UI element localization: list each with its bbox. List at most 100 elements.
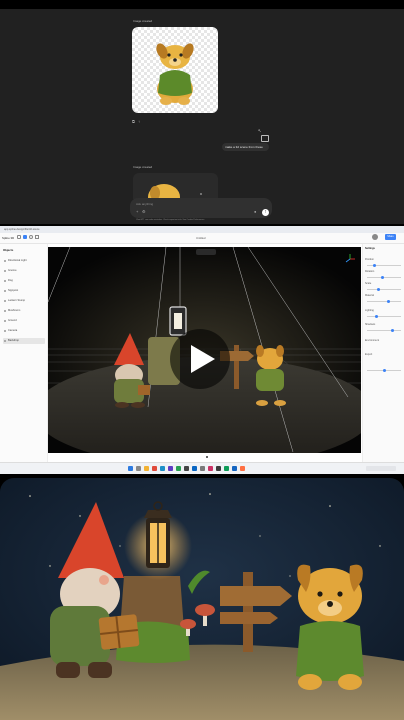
mic-icon[interactable]: ●: [254, 210, 256, 214]
app-icon[interactable]: [224, 466, 229, 471]
material-slider[interactable]: [367, 300, 401, 303]
tools-icon[interactable]: ⚙: [142, 210, 146, 214]
object-item-gnome[interactable]: Gnome: [3, 268, 45, 274]
image-created-label-2: Image created: [133, 165, 153, 169]
file-explorer-icon[interactable]: [144, 466, 149, 471]
slider-handle[interactable]: [381, 276, 384, 279]
app-icon[interactable]: [168, 466, 173, 471]
object-icon: [4, 300, 6, 302]
object-item-ground[interactable]: Ground: [3, 318, 45, 324]
scale-tool-icon[interactable]: [35, 235, 39, 239]
object-item-directional-light[interactable]: Directional Light: [3, 258, 45, 264]
lighting-slider[interactable]: [367, 315, 401, 318]
copy-icon[interactable]: ⧉: [132, 120, 135, 124]
objects-panel-title: Objects: [3, 248, 14, 252]
row-lighting: Lighting: [365, 309, 374, 312]
rotation-slider[interactable]: [367, 276, 401, 279]
user-message-bubble: make a 3d scene from these: [222, 143, 269, 151]
dog-head-partial: [148, 184, 202, 199]
object-item-lantern-stump[interactable]: Lantern Stump: [3, 298, 45, 304]
slider-handle[interactable]: [391, 329, 394, 332]
composer-input[interactable]: Ask anything: [136, 203, 153, 206]
export-slider[interactable]: [367, 369, 401, 372]
slider-handle[interactable]: [375, 315, 378, 318]
app-icon[interactable]: [192, 466, 197, 471]
app-name: Spline 3D: [2, 236, 15, 240]
page-dot[interactable]: [206, 456, 208, 458]
chrome-icon[interactable]: [152, 466, 157, 471]
generated-image-dog[interactable]: [132, 27, 218, 113]
settings-panel: Settings Position Rotation Scale Materia…: [362, 244, 404, 464]
plus-icon[interactable]: +: [136, 210, 138, 214]
app-icon[interactable]: [240, 466, 245, 471]
object-icon: [4, 270, 6, 272]
app-icon[interactable]: [208, 466, 213, 471]
light-icon: [4, 260, 6, 262]
url-text[interactable]: app.spline.design/file/3d-scene: [4, 228, 40, 231]
app-icon[interactable]: [176, 466, 181, 471]
slider-handle[interactable]: [377, 288, 380, 291]
app-icon[interactable]: [232, 466, 237, 471]
attached-image-icon[interactable]: [261, 135, 269, 142]
object-icon: [4, 310, 6, 312]
object-icon: [4, 320, 6, 322]
avatar[interactable]: [372, 234, 378, 240]
camera-icon: [4, 330, 6, 332]
gnome-dog-scene: [0, 478, 404, 720]
shadows-slider[interactable]: [367, 329, 401, 332]
slider-handle[interactable]: [383, 369, 386, 372]
edge-icon[interactable]: [160, 466, 165, 471]
cursor-icon: ↖: [258, 128, 262, 133]
app-icon[interactable]: [200, 466, 205, 471]
play-button[interactable]: [170, 329, 230, 389]
viewport-label-pill: [196, 249, 216, 255]
image-created-label: Image created: [133, 19, 153, 23]
select-tool-icon[interactable]: [17, 235, 21, 239]
search-icon[interactable]: [136, 466, 141, 471]
row-export: Export: [365, 353, 373, 356]
objects-panel: Objects Directional Light Gnome Dog Sign…: [0, 244, 48, 464]
object-item-signpost[interactable]: Signpost: [3, 288, 45, 294]
row-shadows: Shadows: [365, 323, 376, 326]
row-position: Position: [365, 258, 374, 261]
slider-handle[interactable]: [373, 264, 376, 267]
disclaimer: ChatGPT can make mistakes. Check importa…: [136, 219, 205, 221]
scale-slider[interactable]: [367, 288, 401, 291]
3d-viewport[interactable]: [48, 247, 361, 453]
top-bar: [0, 0, 404, 9]
share-button[interactable]: Share: [385, 234, 396, 240]
row-material: Material: [365, 294, 374, 297]
object-icon: [4, 340, 6, 342]
move-tool-icon[interactable]: [23, 235, 27, 239]
dog-illustration: [156, 43, 194, 105]
position-slider[interactable]: [367, 264, 401, 267]
editor-toolbar: Spline 3D Untitled Share: [0, 233, 404, 244]
object-item-backdrop[interactable]: Backdrop: [3, 338, 45, 344]
generating-image-preview: [133, 173, 218, 199]
app-icon[interactable]: [184, 466, 189, 471]
3d-editor-window: app.spline.design/file/3d-scene Spline 3…: [0, 226, 404, 474]
row-scale: Scale: [365, 282, 372, 285]
object-item-camera[interactable]: Camera: [3, 328, 45, 334]
chat-panel: Image created ⧉ ↑ ↖ make a 3d scene from…: [0, 0, 404, 224]
windows-taskbar: [0, 462, 404, 474]
browser-address-bar: app.spline.design/file/3d-scene: [0, 226, 404, 233]
object-item-mushroom[interactable]: Mushroom: [3, 308, 45, 314]
settings-title: Settings: [365, 247, 375, 250]
app-icon[interactable]: [216, 466, 221, 471]
scene-render: [48, 247, 361, 453]
rotate-tool-icon[interactable]: [29, 235, 33, 239]
chat-composer[interactable]: Ask anything + ⚙ ●: [130, 198, 272, 218]
send-button[interactable]: ↑: [262, 209, 269, 216]
row-rotation: Rotation: [365, 270, 375, 273]
scene-title[interactable]: Untitled: [196, 236, 205, 240]
object-item-dog[interactable]: Dog: [3, 278, 45, 284]
windows-start-icon[interactable]: [128, 466, 133, 471]
thumbs-up-icon[interactable]: ↑: [138, 120, 140, 124]
slider-handle[interactable]: [387, 300, 390, 303]
row-environment: Environment: [365, 339, 380, 342]
user-message-text: make a 3d scene from these: [225, 144, 263, 149]
object-icon: [4, 280, 6, 282]
arrow-up-icon: ↑: [264, 209, 267, 215]
system-tray[interactable]: [366, 466, 396, 471]
